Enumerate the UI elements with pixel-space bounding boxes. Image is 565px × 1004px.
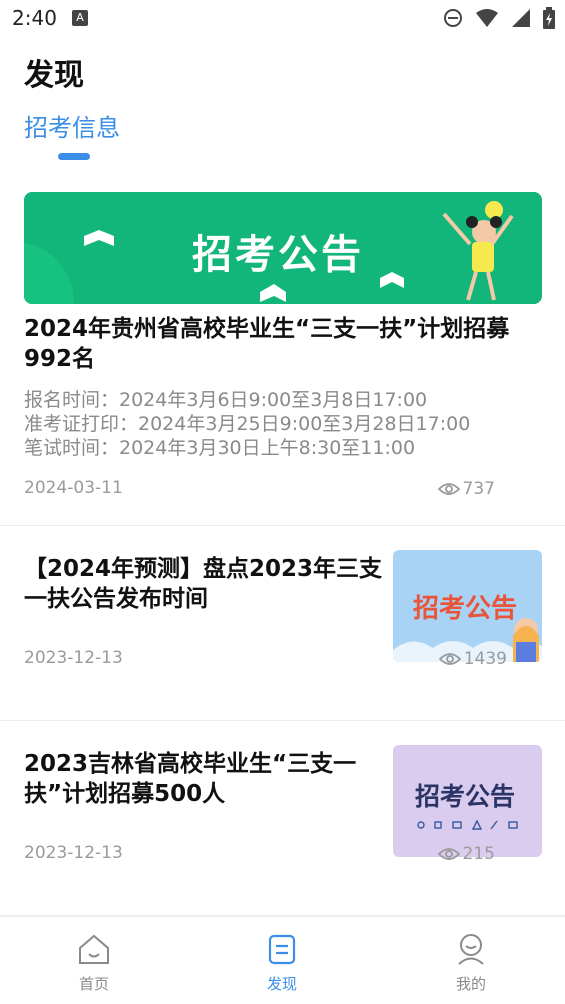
nav-profile-label: 我的 — [455, 975, 486, 993]
nav-profile[interactable]: 我的 — [431, 933, 511, 994]
tab-indicator — [58, 153, 90, 160]
article-title: 2024年贵州省高校毕业生“三支一扶”计划招募992名 — [24, 316, 510, 372]
nav-discover[interactable]: 发现 — [242, 933, 322, 994]
dnd-icon — [444, 9, 462, 27]
eye-icon — [437, 483, 460, 495]
status-time: 2:40 — [12, 6, 57, 30]
nav-home-label: 首页 — [78, 975, 109, 993]
nav-discover-label: 发现 — [266, 975, 297, 993]
view-count: 215 — [437, 844, 495, 864]
status-icons — [443, 7, 555, 29]
article-thumbnail: 招考公告 — [393, 745, 542, 857]
view-count-value: 215 — [462, 844, 495, 864]
eye-icon — [438, 653, 461, 665]
view-count-value: 1439 — [463, 649, 507, 669]
article-card[interactable]: 2023吉林省高校毕业生“三支一扶”计划招募500人 招考公告 2023-12-… — [0, 721, 565, 916]
article-title: 【2024年预测】盘点2023年三支一扶公告发布时间 — [24, 556, 383, 612]
page-title: 发现 — [24, 58, 84, 93]
article-card[interactable]: 【2024年预测】盘点2023年三支一扶公告发布时间 招考公告 2023-12-… — [0, 526, 565, 721]
article-card[interactable]: 招考公告 2024年贵州省高校毕业生“三支一扶”计划招募992名 报名时间：20… — [0, 192, 565, 526]
eye-icon — [437, 848, 460, 860]
battery-icon — [543, 7, 555, 29]
banner-text: 招考公告 — [192, 232, 364, 278]
status-bar: 2:40 A — [0, 0, 565, 40]
wifi-icon — [476, 9, 498, 27]
thumbnail-text: 招考公告 — [413, 594, 518, 624]
article-info-line: 笔试时间：2024年3月30日上午8:30至11:00 — [24, 437, 416, 459]
view-count-value: 737 — [462, 479, 495, 499]
nav-home[interactable]: 首页 — [54, 933, 134, 994]
discover-icon — [268, 934, 296, 965]
article-info: 报名时间：2024年3月6日9:00至3月8日17:00 准考证打印：2024年… — [24, 388, 470, 460]
tab-recruitment-info[interactable]: 招考信息 — [24, 108, 120, 143]
article-thumbnail: 招考公告 — [393, 550, 542, 662]
notification-icon: A — [72, 10, 88, 26]
profile-icon — [458, 934, 484, 965]
bottom-nav: 首页 发现 我的 — [0, 916, 565, 1004]
article-date: 2023-12-13 — [24, 843, 123, 863]
article-feed[interactable]: 招考公告 2024年贵州省高校毕业生“三支一扶”计划招募992名 报名时间：20… — [0, 192, 565, 916]
article-date: 2024-03-11 — [24, 478, 123, 498]
home-icon — [79, 934, 109, 964]
article-date: 2023-12-13 — [24, 648, 123, 668]
view-count: 737 — [437, 479, 495, 499]
article-info-line: 准考证打印：2024年3月25日9:00至3月28日17:00 — [24, 413, 471, 435]
view-count: 1439 — [438, 649, 507, 669]
article-banner: 招考公告 — [24, 192, 542, 304]
article-title: 2023吉林省高校毕业生“三支一扶”计划招募500人 — [24, 751, 357, 807]
article-info-line: 报名时间：2024年3月6日9:00至3月8日17:00 — [24, 389, 428, 411]
signal-icon — [512, 9, 530, 27]
